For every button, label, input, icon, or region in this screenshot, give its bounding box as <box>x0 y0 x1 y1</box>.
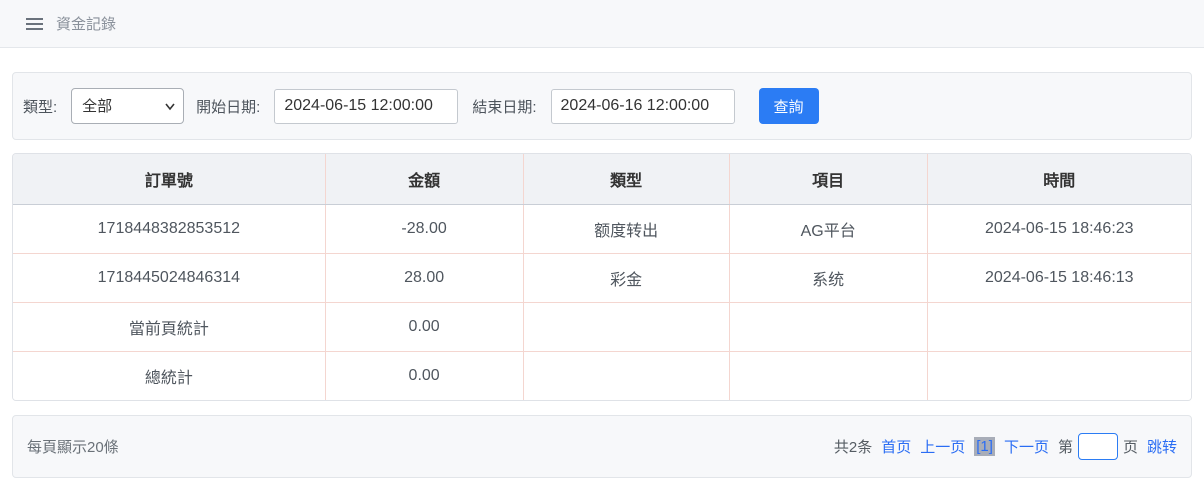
cell-label: 總統計 <box>13 351 325 400</box>
page-title: 資金記錄 <box>56 13 116 34</box>
jump-page-input[interactable] <box>1078 433 1118 460</box>
cell-time: 2024-06-15 18:46:23 <box>927 204 1191 253</box>
total-count: 共2条 <box>834 436 872 457</box>
first-page-link[interactable]: 首页 <box>881 436 911 457</box>
cell-amount: 0.00 <box>325 302 523 351</box>
header-cell-time: 時間 <box>927 154 1191 204</box>
start-date-input[interactable] <box>274 89 458 124</box>
jump-button[interactable]: 跳转 <box>1147 436 1177 457</box>
table-header-row: 訂單號 金額 類型 項目 時間 <box>13 154 1191 204</box>
type-label: 類型: <box>23 96 57 117</box>
cell-order-no: 1718448382853512 <box>13 204 325 253</box>
next-page-link[interactable]: 下一页 <box>1004 436 1049 457</box>
cell-empty <box>927 351 1191 400</box>
start-date-label: 開始日期: <box>196 96 260 117</box>
page: 資金記錄 類型: 全部 開始日期: 結束日期: 查詢 訂單號 金額 <box>0 0 1204 498</box>
top-bar: 資金記錄 <box>0 0 1204 48</box>
cell-order-no: 1718445024846314 <box>13 253 325 302</box>
type-select[interactable]: 全部 <box>71 88 184 124</box>
prev-page-link[interactable]: 上一页 <box>920 436 965 457</box>
jump-page-suffix: 页 <box>1123 436 1138 457</box>
filter-panel: 類型: 全部 開始日期: 結束日期: 查詢 <box>12 72 1192 140</box>
footer-bar: 每頁顯示20條 共2条 首页 上一页 [1] 下一页 第 页 跳转 <box>12 415 1192 478</box>
cell-amount: 28.00 <box>325 253 523 302</box>
cell-empty <box>729 302 927 351</box>
current-page-indicator[interactable]: [1] <box>974 437 995 456</box>
cell-amount: -28.00 <box>325 204 523 253</box>
jump-group: 第 页 <box>1058 433 1138 460</box>
cell-item: AG平台 <box>729 204 927 253</box>
cell-empty <box>523 302 729 351</box>
cell-type: 彩金 <box>523 253 729 302</box>
cell-time: 2024-06-15 18:46:13 <box>927 253 1191 302</box>
header-cell-type: 類型 <box>523 154 729 204</box>
pagination: 共2条 首页 上一页 [1] 下一页 第 页 跳转 <box>834 433 1177 460</box>
header-cell-amount: 金額 <box>325 154 523 204</box>
cell-empty <box>927 302 1191 351</box>
hamburger-menu-icon[interactable] <box>26 18 43 30</box>
records-table: 訂單號 金額 類型 項目 時間 1718448382853512 -28.00 … <box>13 154 1191 400</box>
table-row: 1718448382853512 -28.00 额度转出 AG平台 2024-0… <box>13 204 1191 253</box>
table-row-page-total: 當前頁統計 0.00 <box>13 302 1191 351</box>
jump-page-prefix: 第 <box>1058 436 1073 457</box>
end-date-label: 結束日期: <box>472 96 536 117</box>
header-cell-item: 項目 <box>729 154 927 204</box>
type-select-wrap: 全部 <box>71 88 184 124</box>
cell-amount: 0.00 <box>325 351 523 400</box>
cell-label: 當前頁統計 <box>13 302 325 351</box>
cell-empty <box>729 351 927 400</box>
page-size-text: 每頁顯示20條 <box>27 436 119 457</box>
cell-empty <box>523 351 729 400</box>
search-button[interactable]: 查詢 <box>759 88 819 124</box>
cell-item: 系统 <box>729 253 927 302</box>
table-row-grand-total: 總統計 0.00 <box>13 351 1191 400</box>
end-date-input[interactable] <box>551 89 735 124</box>
records-table-wrap: 訂單號 金額 類型 項目 時間 1718448382853512 -28.00 … <box>12 153 1192 401</box>
header-cell-order-no: 訂單號 <box>13 154 325 204</box>
cell-type: 额度转出 <box>523 204 729 253</box>
table-row: 1718445024846314 28.00 彩金 系统 2024-06-15 … <box>13 253 1191 302</box>
